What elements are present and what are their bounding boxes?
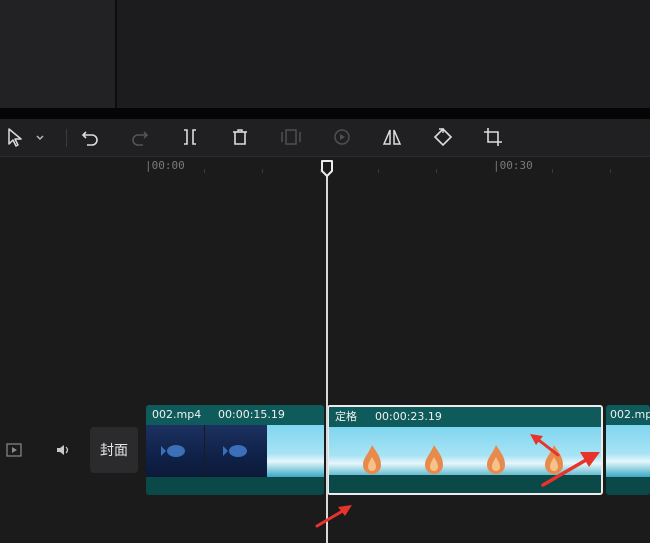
ruler-tick (610, 169, 611, 173)
rotate-icon (433, 127, 453, 147)
split-button[interactable] (178, 125, 202, 149)
cursor-icon (8, 128, 44, 147)
ruler-label-0: |00:00 (145, 159, 185, 172)
ruler-tick (204, 169, 205, 173)
mirror-button[interactable] (380, 125, 404, 149)
clip-name: 002.mp4 (152, 408, 202, 421)
flame-thumbnail-icon (363, 445, 381, 474)
redo-button[interactable] (128, 125, 152, 149)
clip-header: 定格 00:00:23.19 (329, 407, 601, 427)
clip-thumbnail (606, 425, 650, 477)
video-clip-3[interactable]: 002.mp4 (606, 405, 650, 495)
ruler-label-30: |00:30 (493, 159, 533, 172)
clip-header: 002.mp4 (606, 405, 650, 425)
undo-icon (81, 131, 98, 146)
fish-thumbnail-icon (161, 445, 185, 457)
clip-name: 定格 (335, 410, 357, 423)
video-clip-1[interactable]: 002.mp4 00:00:15.19 (146, 405, 324, 495)
clip-audio-strip (146, 477, 324, 495)
redo-icon (132, 131, 149, 146)
timeline-toolbar (0, 119, 650, 156)
reverse-play-icon (334, 129, 350, 145)
playhead-line[interactable] (326, 170, 328, 543)
freeze-frame-icon (281, 129, 301, 145)
toolbar-separator (66, 129, 67, 147)
clip-duration: 00:00:15.19 (218, 408, 285, 421)
ruler-tick (552, 169, 553, 173)
fish-thumbnail-icon (223, 445, 247, 457)
undo-button[interactable] (78, 125, 102, 149)
ruler-tick (436, 169, 437, 173)
clip-header: 002.mp4 00:00:15.19 (146, 405, 324, 425)
video-track-icon[interactable] (6, 443, 22, 457)
split-icon (184, 129, 196, 145)
flame-thumbnail-icon (487, 445, 505, 474)
delete-button[interactable] (228, 125, 252, 149)
preview-panel (117, 0, 650, 108)
mirror-icon (382, 129, 402, 145)
media-panel (0, 0, 115, 108)
annotation-arrow-icon (541, 452, 600, 487)
crop-button[interactable] (481, 125, 505, 149)
annotation-arrow-icon (315, 505, 352, 528)
clip-name: 002.mp4 (610, 408, 650, 421)
clip-duration: 00:00:23.19 (375, 410, 442, 423)
crop-icon (484, 128, 502, 146)
trash-icon (233, 129, 247, 145)
clip-audio-strip (606, 477, 650, 495)
reverse-button[interactable] (330, 125, 354, 149)
panel-gap (0, 108, 650, 119)
select-tool-button[interactable] (4, 125, 44, 149)
freeze-frame-button[interactable] (279, 125, 303, 149)
speaker-icon[interactable] (55, 443, 73, 457)
ruler-tick (262, 169, 263, 173)
playhead-handle-icon[interactable] (320, 160, 334, 178)
cover-button[interactable]: 封面 (90, 427, 138, 473)
flame-thumbnail-icon (425, 445, 443, 474)
rotate-button[interactable] (431, 125, 455, 149)
clip-thumbnail (267, 425, 324, 477)
ruler-tick (378, 169, 379, 173)
